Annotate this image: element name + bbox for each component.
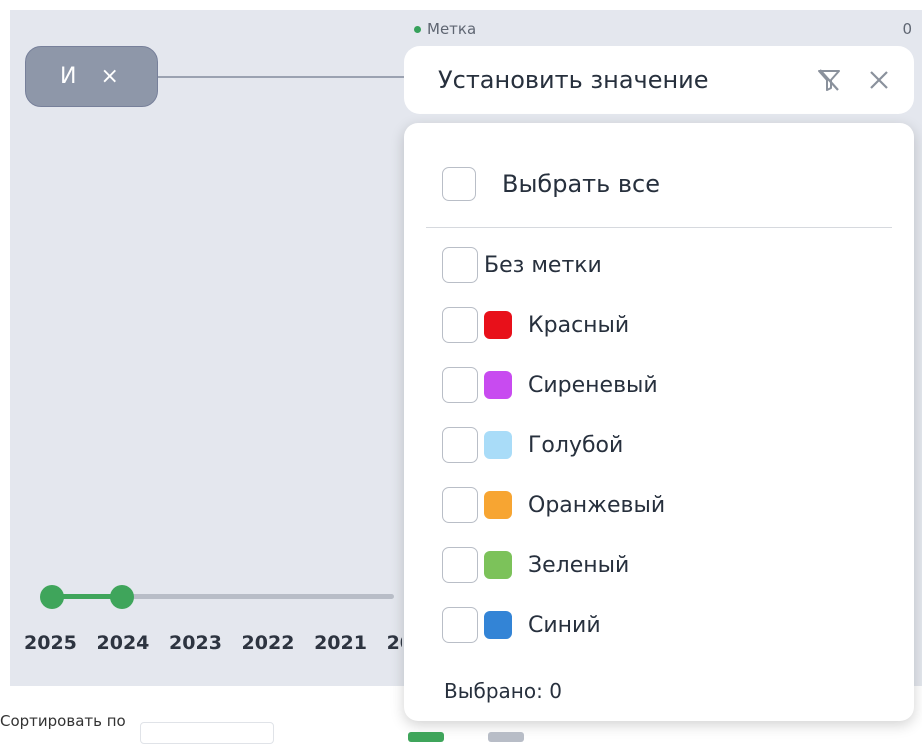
toggle-green[interactable]: [408, 732, 444, 742]
year-label: 2021: [314, 632, 367, 654]
divider: [426, 227, 892, 228]
sort-select[interactable]: [140, 722, 274, 744]
field-label: Метка: [427, 20, 477, 38]
option-green[interactable]: Зеленый: [442, 547, 629, 583]
connector-line: [158, 76, 408, 78]
option-label: Красный: [528, 312, 630, 338]
red-swatch-icon: [484, 311, 512, 339]
sort-label: Сортировать по: [0, 712, 126, 730]
filter-chip[interactable]: И ×: [25, 46, 158, 107]
option-checkbox[interactable]: [442, 247, 478, 283]
option-no-tag[interactable]: Без метки: [442, 247, 602, 283]
option-orange[interactable]: Оранжевый: [442, 487, 665, 523]
lilac-swatch-icon: [484, 371, 512, 399]
year-label: 2022: [241, 632, 295, 654]
option-label: Зеленый: [528, 552, 630, 578]
year-label: 2024: [96, 632, 150, 654]
option-checkbox[interactable]: [442, 307, 478, 343]
option-label: Без метки: [484, 252, 602, 278]
tag-dropdown: Выбрать все Без метки Красный Сиреневый …: [404, 123, 914, 721]
set-value-label: Установить значение: [438, 66, 709, 94]
set-value-field[interactable]: Установить значение: [404, 46, 914, 114]
range-end-handle[interactable]: [110, 585, 134, 609]
option-checkbox[interactable]: [442, 547, 478, 583]
option-checkbox[interactable]: [442, 607, 478, 643]
close-icon[interactable]: [864, 65, 894, 95]
option-label: Оранжевый: [528, 492, 666, 518]
toggle-gray[interactable]: [488, 732, 524, 742]
option-light-blue[interactable]: Голубой: [442, 427, 623, 463]
option-red[interactable]: Красный: [442, 307, 629, 343]
option-checkbox[interactable]: [442, 367, 478, 403]
year-label: 2025: [24, 632, 77, 654]
green-swatch-icon: [484, 551, 512, 579]
blue-swatch-icon: [484, 611, 512, 639]
option-label: Сиреневый: [528, 372, 658, 398]
option-label: Голубой: [528, 432, 624, 458]
year-label: 2020: [386, 632, 402, 654]
option-label: Синий: [528, 612, 601, 638]
chip-label: И: [60, 64, 77, 89]
year-label: 2023: [169, 632, 222, 654]
filter-clear-icon[interactable]: [814, 65, 844, 95]
select-all-option[interactable]: Выбрать все: [442, 167, 660, 201]
range-start-handle[interactable]: [40, 585, 64, 609]
option-checkbox[interactable]: [442, 427, 478, 463]
select-all-label: Выбрать все: [502, 170, 661, 198]
orange-swatch-icon: [484, 491, 512, 519]
chip-close-icon[interactable]: ×: [100, 64, 118, 89]
light-blue-swatch-icon: [484, 431, 512, 459]
option-checkbox[interactable]: [442, 487, 478, 523]
status-dot-icon: [414, 25, 421, 33]
option-lilac[interactable]: Сиреневый: [442, 367, 658, 403]
selected-count: Выбрано: 0: [444, 679, 562, 703]
option-blue[interactable]: Синий: [442, 607, 601, 643]
year-labels: 2025 2024 2023 2022 2021 2020: [24, 632, 402, 658]
select-all-checkbox[interactable]: [442, 167, 476, 201]
field-count: 0: [902, 20, 912, 38]
field-meta-row: Метка 0: [414, 18, 912, 40]
